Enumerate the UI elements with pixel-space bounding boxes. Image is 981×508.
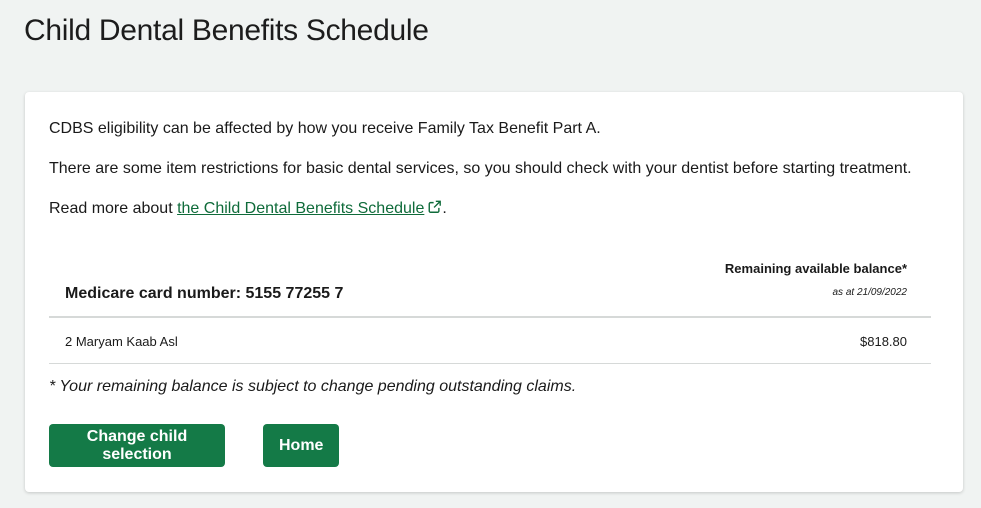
- medicare-card-number: Medicare card number: 5155 77255 7: [65, 285, 344, 302]
- read-more-prefix: Read more about: [49, 200, 178, 217]
- balance-table-header: Medicare card number: 5155 77255 7 Remai…: [49, 252, 931, 318]
- cdbs-info-link[interactable]: the Child Dental Benefits Schedule: [177, 200, 442, 217]
- home-button[interactable]: Home: [263, 424, 339, 467]
- read-more-text: Read more about the Child Dental Benefit…: [49, 199, 447, 219]
- change-child-selection-button[interactable]: Change child selection: [49, 424, 225, 467]
- cdbs-info-link-label: the Child Dental Benefits Schedule: [177, 200, 425, 217]
- balance-column-header: Remaining available balance*: [724, 261, 907, 276]
- eligibility-text: CDBS eligibility can be affected by how …: [49, 120, 601, 137]
- balance-as-at-date: as at 21/09/2022: [832, 287, 907, 298]
- external-link-icon: [428, 200, 442, 213]
- child-balance: $818.80: [860, 334, 907, 349]
- read-more-suffix: .: [442, 200, 447, 217]
- cdbs-card: CDBS eligibility can be affected by how …: [25, 92, 963, 492]
- child-name: 2 Maryam Kaab Asl: [65, 334, 178, 349]
- restrictions-text: There are some item restrictions for bas…: [49, 160, 912, 177]
- page-title: Child Dental Benefits Schedule: [24, 14, 429, 47]
- balance-footnote: * Your remaining balance is subject to c…: [49, 378, 577, 395]
- table-row: 2 Maryam Kaab Asl $818.80: [49, 319, 931, 364]
